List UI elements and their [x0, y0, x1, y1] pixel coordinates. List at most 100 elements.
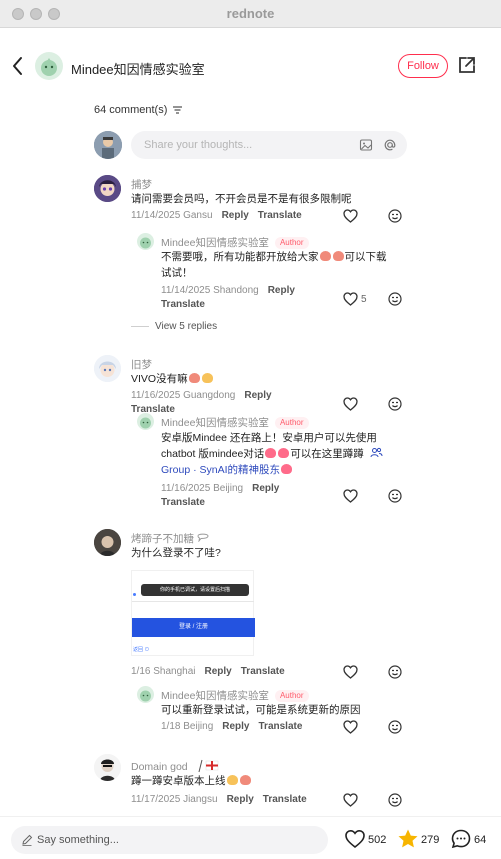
comment-image[interactable]: 你的手机已调试，请设置后扫描 登录 / 注册 返回 ⊙	[131, 570, 255, 656]
comment-text-part: 蹲一蹲安卓版本上线	[131, 775, 226, 787]
commenter-avatar[interactable]	[94, 355, 121, 382]
share-thoughts-placeholder: Share your thoughts...	[144, 139, 253, 151]
emoji-reaction-icon[interactable]	[388, 397, 402, 411]
say-something-placeholder: Say something...	[37, 834, 119, 846]
heart-icon[interactable]	[343, 397, 358, 411]
commenter-name[interactable]: 捕梦	[131, 177, 152, 192]
view-more-replies-label[interactable]: View 5 replies	[155, 321, 217, 332]
commenter-name-text[interactable]: Domain god	[131, 761, 188, 773]
emoji-reaction-icon[interactable]	[388, 489, 402, 503]
comment-date-location: 1/16 Shanghai	[131, 666, 196, 677]
translate-button[interactable]: Translate	[161, 299, 205, 310]
commenter-name: 烤蹄子不加糖	[131, 531, 209, 546]
say-something-input[interactable]: Say something...	[11, 826, 328, 854]
emoji-icon	[201, 373, 213, 383]
reply-button[interactable]: Reply	[227, 794, 254, 805]
heart-icon[interactable]	[343, 720, 358, 734]
commenter-name[interactable]: 旧梦	[131, 357, 152, 372]
translate-button[interactable]: Translate	[263, 794, 307, 805]
mention-icon[interactable]	[383, 138, 397, 152]
reply-text-line-2: 试试！	[161, 267, 193, 279]
image-divider	[132, 601, 254, 602]
reply-text-line-1: 安卓版Mindee 还在路上！安卓用户可以先使用	[161, 432, 377, 444]
comment-count-bottom: 64	[474, 834, 487, 846]
reply-button[interactable]: Reply	[244, 390, 271, 401]
heart-icon[interactable]	[343, 793, 358, 807]
emoji-reaction-icon[interactable]	[388, 720, 402, 734]
translate-button[interactable]: Translate	[241, 666, 285, 677]
reply-button[interactable]: Reply	[252, 483, 279, 494]
emoji-icon	[188, 373, 200, 383]
reply-button[interactable]: Reply	[205, 666, 232, 677]
back-arrow-icon[interactable]	[10, 55, 26, 77]
comment-text-part: VIVO没有嘛	[131, 373, 188, 385]
heart-icon[interactable]	[343, 292, 358, 306]
comment-count-label: 64 comment(s)	[94, 104, 168, 116]
emoji-icon	[226, 775, 238, 785]
group-link-label[interactable]: Group · SynAI的精神股东	[161, 464, 280, 476]
comment-translate-row: Translate	[131, 404, 175, 415]
reply-text-part: 不需要哦，所有功能都开放给大家	[161, 251, 319, 263]
emoji-reaction-icon[interactable]	[388, 793, 402, 807]
reply-author-avatar[interactable]	[137, 686, 154, 703]
reply-text-line-1: 不需要哦，所有功能都开放给大家 可以下载	[161, 249, 387, 265]
reply-author-name-text[interactable]: Mindee知因情感实验室	[161, 417, 269, 429]
follow-button[interactable]: Follow	[398, 54, 448, 78]
reply-author-name-text[interactable]: Mindee知因情感实验室	[161, 237, 269, 249]
comment-text: 请问需要会员吗，不开会员是不是有很多限制呢	[131, 193, 352, 205]
reply-translate-row: Translate	[161, 497, 205, 508]
reply-text-part: 可以下载	[344, 251, 387, 263]
star-count: 279	[421, 834, 440, 846]
reply-author-avatar[interactable]	[137, 413, 154, 430]
bottom-action-bar: Say something... 502 279 64	[0, 816, 501, 859]
commenter-name-text[interactable]: 烤蹄子不加糖	[131, 533, 194, 545]
reply-like-count: 5	[361, 294, 367, 305]
author-avatar[interactable]	[35, 52, 63, 80]
author-name[interactable]: Mindee知因情感实验室	[71, 59, 205, 78]
image-dot	[133, 593, 136, 596]
image-icon[interactable]	[359, 138, 373, 152]
heart-icon[interactable]	[343, 665, 358, 679]
comment-meta: 11/17/2025 Jiangsu Reply Translate	[131, 794, 307, 805]
heart-icon[interactable]	[343, 489, 358, 503]
emoji-reaction-icon[interactable]	[388, 209, 402, 223]
reply-date-location: 1/18 Beijing	[161, 721, 214, 732]
group-link[interactable]: Group · SynAI的精神股东	[161, 462, 293, 478]
comment-count: 64 comment(s)	[94, 104, 183, 120]
reply-author-avatar[interactable]	[137, 233, 154, 250]
author-badge: Author	[274, 690, 309, 703]
emoji-reaction-icon[interactable]	[388, 665, 402, 679]
reply-button[interactable]: Reply	[222, 721, 249, 732]
reply-button[interactable]: Reply	[268, 285, 295, 296]
commenter-avatar[interactable]	[94, 175, 121, 202]
commenter-avatar[interactable]	[94, 529, 121, 556]
emoji-icon	[239, 775, 251, 785]
comment-bubble-icon[interactable]	[450, 828, 472, 850]
like-heart-icon[interactable]	[344, 828, 366, 850]
reply-text: 可以重新登录试试，可能是系统更新的原因	[161, 704, 361, 716]
comment-meta: 11/16/2025 Guangdong Reply	[131, 390, 272, 401]
heart-icon[interactable]	[343, 209, 358, 223]
commenter-avatar[interactable]	[94, 754, 121, 781]
share-thoughts-input[interactable]: Share your thoughts...	[131, 131, 407, 159]
comment-date-location: 11/16/2025 Guangdong	[131, 390, 236, 401]
star-collect-icon[interactable]	[397, 828, 419, 850]
emoji-icon	[265, 448, 277, 458]
reply-author-name: Mindee知因情感实验室 Author	[161, 415, 309, 430]
emoji-reaction-icon[interactable]	[388, 292, 402, 306]
reply-date-location: 11/14/2025 Shandong	[161, 285, 259, 296]
view-more-replies[interactable]: View 5 replies	[131, 321, 217, 332]
share-icon[interactable]	[457, 55, 477, 75]
reply-meta: 11/14/2025 Shandong Reply	[161, 285, 295, 296]
reply-meta: 1/18 Beijing Reply Translate	[161, 721, 302, 732]
pen-icon	[22, 834, 33, 846]
reply-button[interactable]: Reply	[222, 210, 249, 221]
translate-button[interactable]: Translate	[161, 497, 205, 508]
sort-icon[interactable]	[173, 106, 183, 114]
reply-translate-row: Translate	[161, 299, 205, 310]
translate-button[interactable]: Translate	[131, 404, 175, 415]
translate-button[interactable]: Translate	[259, 721, 303, 732]
emoji-icon	[319, 251, 331, 261]
translate-button[interactable]: Translate	[258, 210, 302, 221]
reply-author-name-text[interactable]: Mindee知因情感实验室	[161, 690, 269, 702]
